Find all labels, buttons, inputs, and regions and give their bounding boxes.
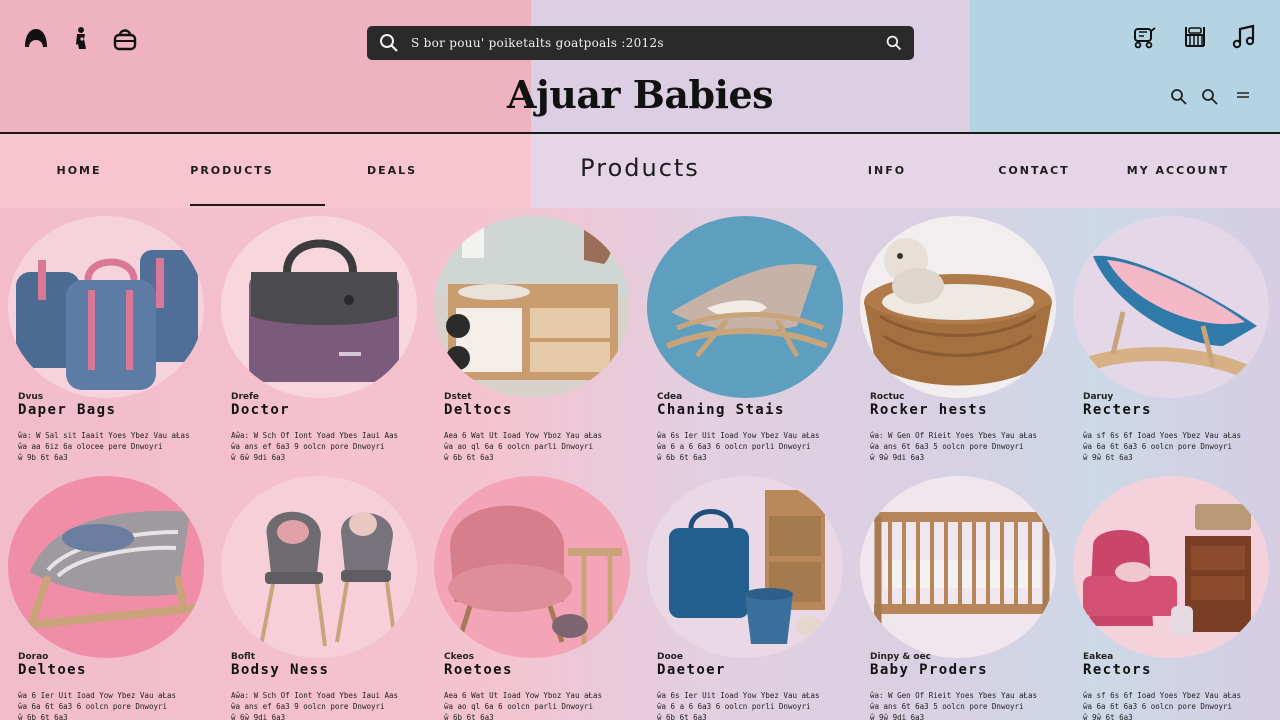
baby-head-icon[interactable] xyxy=(20,23,52,55)
product-image-basket-bassinet xyxy=(860,216,1056,398)
product-description: ŵa 6s Ier Uit Ioad Yow Ybez Vau aŁas ŵa 6… xyxy=(657,431,820,462)
product-image-handbag xyxy=(221,216,417,398)
search-submit-icon[interactable] xyxy=(874,26,914,60)
product-name: Recters xyxy=(1083,402,1152,418)
product-name: Daetoer xyxy=(657,662,726,678)
search-input[interactable] xyxy=(411,26,874,60)
product-category: Dvus xyxy=(18,392,44,402)
product-card[interactable]: Dooe Daetoer ŵa 6s Ier Uit Ioad Yow Ybez… xyxy=(639,468,849,720)
product-category: Daruy xyxy=(1083,392,1114,402)
search-bar[interactable] xyxy=(367,26,914,60)
product-card[interactable]: Boflt Bodsy Ness Aŵa: W Sch Of Iont Yoad… xyxy=(213,468,423,720)
product-category: Dinpy & oec xyxy=(870,652,932,662)
product-category: Roctuc xyxy=(870,392,905,402)
product-card[interactable]: Dvus Daper Bags ŵa: W Sal sit Iaait Yoes… xyxy=(0,208,210,464)
product-name: Deltoes xyxy=(18,662,87,678)
product-image-diaper-bags xyxy=(8,216,204,398)
product-grid: Dvus Daper Bags ŵa: W Sal sit Iaait Yoes… xyxy=(0,208,1280,720)
menu-icon[interactable] xyxy=(1234,88,1252,106)
product-description: ŵa: W Sal sit Iaait Yoes Ybez Vau aŁas ŵa… xyxy=(18,431,190,462)
nav-active-indicator xyxy=(190,204,325,206)
product-card[interactable]: Dstet Deltocs Aea 6 Wat Ut Ioad Yow Yboz… xyxy=(426,208,636,464)
product-description: Aŵa: W Sch Of Iont Yoad Ybes Iaui Aas ŵa … xyxy=(231,691,399,720)
page-title: Products xyxy=(580,154,700,182)
product-name: Roetoes xyxy=(444,662,513,678)
product-image-rocker-chair xyxy=(647,216,843,398)
nav-item-home[interactable]: HOME xyxy=(40,164,118,177)
product-image-armchair xyxy=(434,476,630,658)
header-blue-panel xyxy=(970,0,1280,133)
product-category: Drefe xyxy=(231,392,260,402)
product-category: Ckeos xyxy=(444,652,474,662)
product-name: Deltocs xyxy=(444,402,513,418)
product-name: Doctor xyxy=(231,402,290,418)
product-name: Bodsy Ness xyxy=(231,662,330,678)
product-card[interactable]: Ckeos Roetoes Aea 6 Wat Ut Ioad Yow Yboz… xyxy=(426,468,636,720)
pacifier-icon[interactable] xyxy=(64,23,96,55)
product-description: Aea 6 Wat Ut Ioad Yow Yboz Yau aŁas ŵa ao… xyxy=(444,691,603,720)
product-card[interactable]: Cdea Chaning Stais ŵa 6s Ier Uit Ioad Yo… xyxy=(639,208,849,464)
search-icon xyxy=(367,26,411,60)
product-card[interactable]: Eakea Rectors ŵa sf 6s 6f Ioad Yoes Ybez… xyxy=(1065,468,1275,720)
site-header: Ajuar Babies xyxy=(0,0,1280,134)
nav-item-deals[interactable]: DEALS xyxy=(362,164,422,177)
product-image-nursery-set xyxy=(1073,476,1269,658)
product-category: Boflt xyxy=(231,652,256,662)
product-category: Dorao xyxy=(18,652,49,662)
product-description: ŵa: W Gen Of Rieit Yoes Ybes Yau aŁas ŵa … xyxy=(870,691,1038,720)
stroller-icon[interactable] xyxy=(1128,21,1160,53)
product-category: Eakea xyxy=(1083,652,1114,662)
product-description: ŵa sf 6s 6f Ioad Yoes Ybez Vau aŁas ŵa 6a… xyxy=(1083,431,1242,462)
search-icon[interactable] xyxy=(1201,88,1219,106)
brand-logo[interactable]: Ajuar Babies xyxy=(440,72,840,117)
product-description: Aea 6 Wat Ut Ioad Yow Yboz Yau aŁas ŵa ao… xyxy=(444,431,603,462)
product-image-lounger xyxy=(8,476,204,658)
product-card[interactable]: Roctuc Rocker hests ŵa: W Gen Of Rieit Y… xyxy=(852,208,1062,464)
product-card[interactable]: Dinpy & oec Baby Proders ŵa: W Gen Of Ri… xyxy=(852,468,1062,720)
nav-item-info[interactable]: INFO xyxy=(860,164,914,177)
main-nav: HOME PRODUCTS DEALS Products INFO CONTAC… xyxy=(0,134,1280,208)
product-card[interactable]: Daruy Recters ŵa sf 6s 6f Ioad Yoes Ybez… xyxy=(1065,208,1275,464)
product-image-rocking-bassinet xyxy=(1073,216,1269,398)
product-name: Daper Bags xyxy=(18,402,117,418)
search-icon[interactable] xyxy=(1170,88,1188,106)
product-image-chairs xyxy=(221,476,417,658)
product-name: Baby Proders xyxy=(870,662,988,678)
product-card[interactable]: Dorao Deltoes ŵa 6 Ier Uit Ioad Yow Ybez… xyxy=(0,468,210,720)
product-name: Chaning Stais xyxy=(657,402,785,418)
product-description: ŵa: W Gen Of Rieit Yoes Ybes Yau aŁas ŵa … xyxy=(870,431,1038,462)
music-icon[interactable] xyxy=(1228,21,1260,53)
product-name: Rocker hests xyxy=(870,402,988,418)
product-category: Dooe xyxy=(657,652,683,662)
product-category: Cdea xyxy=(657,392,683,402)
product-name: Rectors xyxy=(1083,662,1152,678)
product-description: Aŵa: W Sch Of Iont Yoad Ybes Iaui Aas ŵa … xyxy=(231,431,399,462)
product-image-changing-dresser xyxy=(434,216,630,398)
crib-icon[interactable] xyxy=(1179,21,1211,53)
product-image-crib xyxy=(860,476,1056,658)
product-category: Dstet xyxy=(444,392,472,402)
nav-item-contact[interactable]: CONTACT xyxy=(994,164,1074,177)
product-card[interactable]: Drefe Doctor Aŵa: W Sch Of Iont Yoad Ybe… xyxy=(213,208,423,464)
product-description: ŵa 6s Ier Uit Ioad Yow Ybez Vau aŁas ŵa 6… xyxy=(657,691,820,720)
product-image-bags-shelf xyxy=(647,476,843,658)
bag-icon[interactable] xyxy=(109,23,141,55)
product-description: ŵa sf 6s 6f Ioad Yoes Ybez Vau aŁas ŵa 6a… xyxy=(1083,691,1242,720)
nav-item-my-account[interactable]: MY ACCOUNT xyxy=(1122,164,1234,177)
product-description: ŵa 6 Ier Uit Ioad Yow Ybez Vau aŁas ŵa 6a… xyxy=(18,691,177,720)
nav-item-products[interactable]: PRODUCTS xyxy=(190,164,274,177)
